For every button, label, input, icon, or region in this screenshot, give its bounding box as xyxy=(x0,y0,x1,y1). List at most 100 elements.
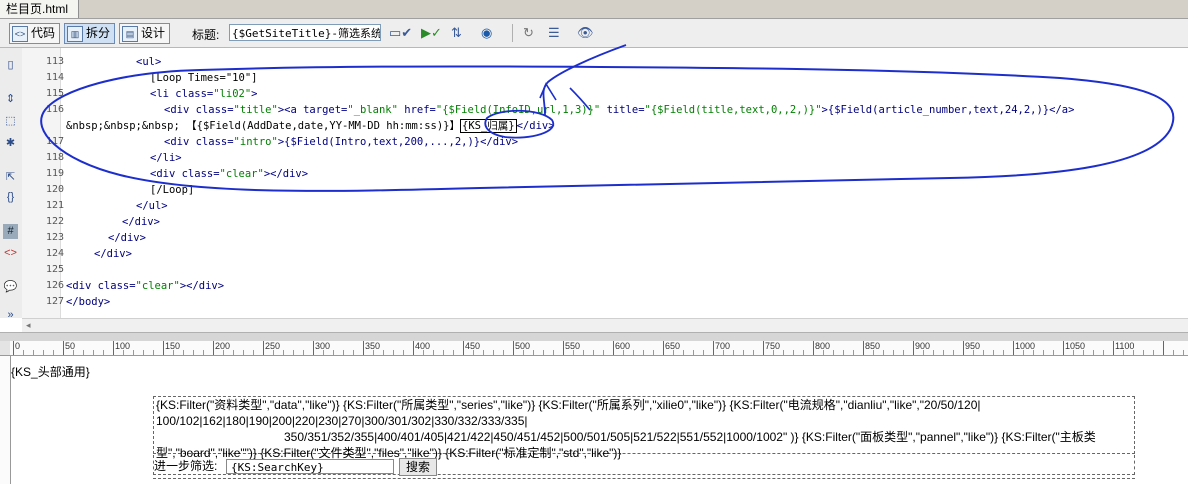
code-token: href= xyxy=(397,104,436,116)
collapse-tag-icon[interactable]: ⇕ xyxy=(3,92,18,107)
ruler-tick xyxy=(833,350,834,355)
design-view-button[interactable]: ▤ 设计 xyxy=(119,23,171,44)
visual-aids-icon[interactable]: 👁 xyxy=(577,25,594,41)
code-view-button[interactable]: <> 代码 xyxy=(9,23,61,44)
balance-braces-icon[interactable]: {} xyxy=(3,190,18,205)
ruler-tick xyxy=(813,341,814,355)
ruler-tick xyxy=(753,350,754,355)
open-documents-icon[interactable]: ▯ xyxy=(3,58,18,73)
design-view[interactable]: {KS_头部通用} {KS:Filter("资料类型","data","like… xyxy=(11,356,1188,484)
code-token: "intro" xyxy=(233,136,278,148)
comment-icon[interactable]: 💬 xyxy=(3,280,18,295)
scroll-left-icon[interactable]: ◂ xyxy=(26,320,31,331)
search-input[interactable]: {KS:SearchKey} xyxy=(226,459,394,474)
coding-toolbar: ▯ ⇕ ⬚ ✱ ⇱ {} # <> 💬 » xyxy=(0,48,23,321)
ruler-tick xyxy=(233,350,234,355)
preview-icon[interactable]: ▶✓ xyxy=(421,25,442,41)
code-token: &nbsp;&nbsp;&nbsp; xyxy=(66,120,180,132)
ruler-tick xyxy=(193,350,194,355)
code-line-120: [/Loop] xyxy=(150,182,194,198)
ruler-tick xyxy=(1183,350,1184,355)
code-token: class= xyxy=(195,136,234,148)
ruler-tick xyxy=(883,350,884,355)
code-line-118: </li> xyxy=(150,150,182,166)
code-token: class= xyxy=(175,88,214,100)
highlight-invalid-icon[interactable]: <> xyxy=(3,246,18,261)
ruler-tick xyxy=(93,350,94,355)
ruler-tick xyxy=(583,350,584,355)
code-horizontal-scrollbar[interactable]: ◂ xyxy=(22,318,1188,333)
ruler-tick xyxy=(543,350,544,355)
code-token: "clear" xyxy=(219,168,264,180)
code-token: </div> xyxy=(122,216,160,228)
code-view-icon: <> xyxy=(12,25,28,42)
document-tab[interactable]: 栏目页.html xyxy=(0,0,80,18)
split-view-icon: ▥ xyxy=(67,25,83,42)
ruler-label: 550 xyxy=(565,341,581,351)
ruler-label: 300 xyxy=(315,341,331,351)
ruler-tick xyxy=(913,341,914,355)
ruler-label: 450 xyxy=(465,341,481,351)
ruler-tick xyxy=(453,350,454,355)
file-management-icon[interactable]: ▭✔ xyxy=(389,25,412,41)
ruler-label: 400 xyxy=(415,341,431,351)
toolbar-separator xyxy=(512,24,513,42)
vertical-ruler xyxy=(0,356,11,484)
ruler-tick xyxy=(1013,341,1014,355)
ruler-tick xyxy=(293,350,294,355)
ruler-label: 100 xyxy=(115,341,131,351)
ruler-tick xyxy=(763,341,764,355)
debug-icon[interactable]: ⇅ xyxy=(451,25,462,41)
ruler-tick xyxy=(483,350,484,355)
ruler-tick xyxy=(933,350,934,355)
ruler-tick xyxy=(693,350,694,355)
code-token: <ul> xyxy=(136,56,162,68)
ruler-tick xyxy=(183,350,184,355)
line-numbers-icon[interactable]: # xyxy=(3,224,18,239)
ruler-label: 600 xyxy=(615,341,631,351)
code-token: "{$Field(title,text,0,,2,)}" xyxy=(644,104,822,116)
ruler-tick xyxy=(53,350,54,355)
code-token: "title" xyxy=(233,104,278,116)
code-editor[interactable]: <ul> [Loop Times="10"] <li class="li02">… xyxy=(62,48,1188,318)
design-view-label: 设计 xyxy=(141,26,166,40)
code-token: </div> xyxy=(94,248,132,260)
ruler-tick xyxy=(703,350,704,355)
title-input[interactable]: {$GetSiteTitle}-筛选系统- xyxy=(229,24,381,41)
ruler-tick xyxy=(143,350,144,355)
code-line-126: <div class="clear"></div> xyxy=(66,278,224,294)
globe-icon[interactable]: ◉ xyxy=(481,25,492,41)
ruler-label: 800 xyxy=(815,341,831,351)
ruler-tick xyxy=(893,350,894,355)
view-options-icon[interactable]: ☰ xyxy=(548,25,560,41)
ruler-tick xyxy=(283,350,284,355)
ruler-tick xyxy=(1043,350,1044,355)
search-button[interactable]: 搜索 xyxy=(399,458,437,476)
ruler-label: 0 xyxy=(15,341,21,351)
select-parent-tag-icon[interactable]: ⇱ xyxy=(3,170,18,185)
code-token: "{$Field(InfoID,url,1,3)}" xyxy=(435,104,601,116)
code-token: <div xyxy=(164,104,196,116)
code-line-117: <div class="intro">{$Field(Intro,text,20… xyxy=(164,134,518,150)
ruler-tick xyxy=(803,350,804,355)
more-icon[interactable]: » xyxy=(3,308,18,323)
ruler-tick xyxy=(943,350,944,355)
code-token: ></div> xyxy=(263,168,309,180)
ruler-label: 650 xyxy=(665,341,681,351)
ruler-tick xyxy=(863,341,864,355)
collapse-selection-icon[interactable]: ⬚ xyxy=(3,114,18,129)
ruler-tick xyxy=(683,350,684,355)
ruler-tick xyxy=(363,341,364,355)
ruler-tick xyxy=(353,350,354,355)
split-view-button[interactable]: ▥ 拆分 xyxy=(64,23,116,44)
ruler-tick xyxy=(593,350,594,355)
ruler-tick xyxy=(213,341,214,355)
ruler-tick xyxy=(993,350,994,355)
ruler-tick xyxy=(463,341,464,355)
ruler-tick xyxy=(793,350,794,355)
code-token: </li> xyxy=(150,152,182,164)
expand-all-icon[interactable]: ✱ xyxy=(3,136,18,151)
ruler-label: 50 xyxy=(65,341,76,351)
ruler-tick xyxy=(1003,350,1004,355)
refresh-icon[interactable]: ↻ xyxy=(523,25,534,41)
